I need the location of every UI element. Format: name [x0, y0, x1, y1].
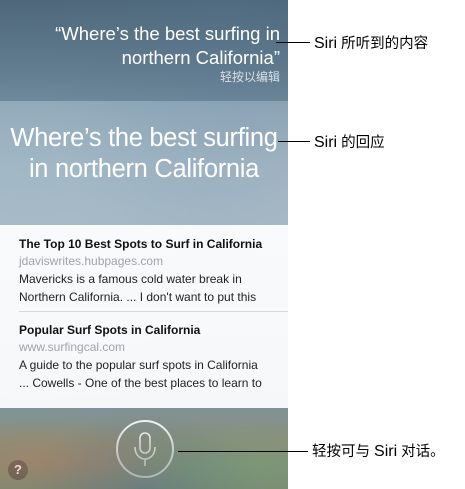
result-divider	[19, 311, 288, 312]
result-title[interactable]: The Top 10 Best Spots to Surf in Califor…	[19, 236, 284, 252]
heard-query-text[interactable]: “Where’s the best surfing in northern Ca…	[10, 22, 280, 70]
callout-response-text: 的回应	[337, 135, 385, 151]
result-snippet: Northern California. ... I don't want to…	[19, 290, 257, 304]
search-result[interactable]: Popular Surf Spots in California www.sur…	[19, 322, 284, 392]
callout-line-heard	[276, 42, 310, 43]
callout-response: Siri 的回应	[314, 131, 385, 152]
callout-heard: Siri 所听到的内容	[314, 32, 428, 53]
result-title[interactable]: Popular Surf Spots in California	[19, 322, 284, 338]
siri-response-text: Where’s the best surfing in northern Cal…	[10, 124, 278, 183]
callout-response-siri: Siri	[314, 134, 338, 151]
callout-talk-siri: Siri	[374, 443, 398, 460]
result-url: www.surfingcal.com	[19, 340, 126, 354]
callout-heard-siri: Siri	[314, 35, 338, 52]
siri-screen: “Where’s the best surfing in northern Ca…	[0, 0, 288, 489]
callout-line-talk	[178, 451, 308, 452]
help-button[interactable]: ?	[8, 460, 28, 480]
result-snippet: Mavericks is a famous cold water break i…	[19, 272, 242, 286]
callout-talk-suffix: 对话。	[397, 444, 445, 460]
siri-mic-button[interactable]	[116, 420, 174, 478]
search-result[interactable]: The Top 10 Best Spots to Surf in Califor…	[19, 236, 284, 306]
callout-talk: 轻按可与 Siri 对话。	[312, 440, 445, 461]
callout-talk-prefix: 轻按可与	[312, 444, 375, 460]
search-results-card: The Top 10 Best Spots to Surf in Califor…	[0, 225, 288, 408]
result-snippet: A guide to the popular surf spots in Cal…	[19, 358, 258, 372]
microphone-icon	[134, 432, 156, 466]
tap-to-edit-hint[interactable]: 轻按以编辑	[220, 68, 280, 85]
result-url: jdaviswrites.hubpages.com	[19, 254, 164, 268]
result-snippet: ... Cowells - One of the best places to …	[19, 376, 262, 390]
callout-line-response	[278, 141, 310, 142]
callout-heard-text: 所听到的内容	[337, 36, 429, 52]
figure: “Where’s the best surfing in northern Ca…	[0, 0, 465, 489]
